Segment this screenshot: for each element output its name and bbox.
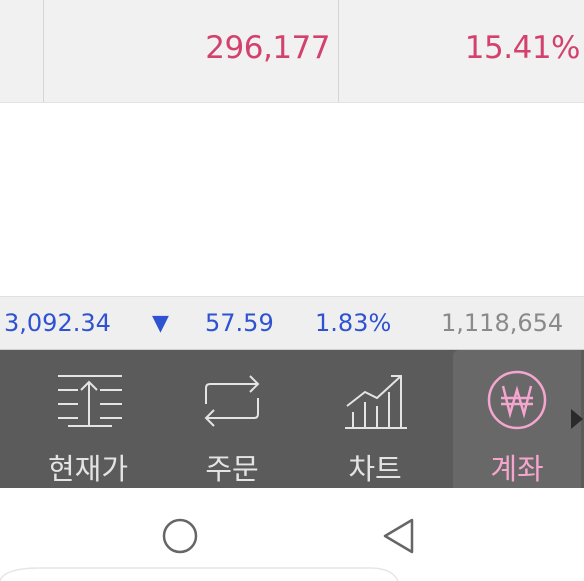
- trade-volume: 1,118,654: [441, 309, 564, 337]
- index-value: 3,092.34: [4, 309, 111, 337]
- nav-label: 계좌: [490, 452, 544, 486]
- index-change-percent: 1.83%: [315, 309, 392, 337]
- home-circle-icon[interactable]: [161, 517, 199, 555]
- nav-item-account[interactable]: 계좌: [453, 350, 581, 488]
- triangle-right-icon[interactable]: [569, 407, 584, 431]
- orderbook-icon: [58, 375, 122, 427]
- chart-growth-icon: [345, 375, 407, 429]
- bottom-navigation: 현재가 주문 차트 계좌: [0, 350, 584, 488]
- nav-item-order[interactable]: 주문: [168, 350, 296, 488]
- screen-edge-curve: [0, 567, 399, 581]
- nav-label: 차트: [348, 452, 402, 486]
- nav-item-current-price[interactable]: 현재가: [24, 350, 152, 488]
- nav-label: 현재가: [47, 452, 129, 486]
- nav-label: 주문: [205, 452, 259, 486]
- back-triangle-icon[interactable]: [380, 517, 416, 555]
- profit-amount: 296,177: [205, 30, 330, 66]
- profit-rate: 15.41%: [464, 30, 581, 66]
- down-arrow-icon: ▼: [152, 311, 169, 336]
- index-ticker[interactable]: 3,092.34 ▼ 57.59 1.83% 1,118,654: [0, 296, 584, 351]
- column-divider: [338, 0, 339, 102]
- won-coin-icon: [487, 370, 547, 430]
- account-summary-row: 296,177 15.41%: [0, 0, 584, 103]
- nav-item-chart[interactable]: 차트: [311, 350, 439, 488]
- system-navigation-bar: [0, 488, 584, 581]
- column-divider: [43, 0, 44, 102]
- exchange-arrows-icon: [204, 375, 260, 427]
- index-change: 57.59: [205, 309, 274, 337]
